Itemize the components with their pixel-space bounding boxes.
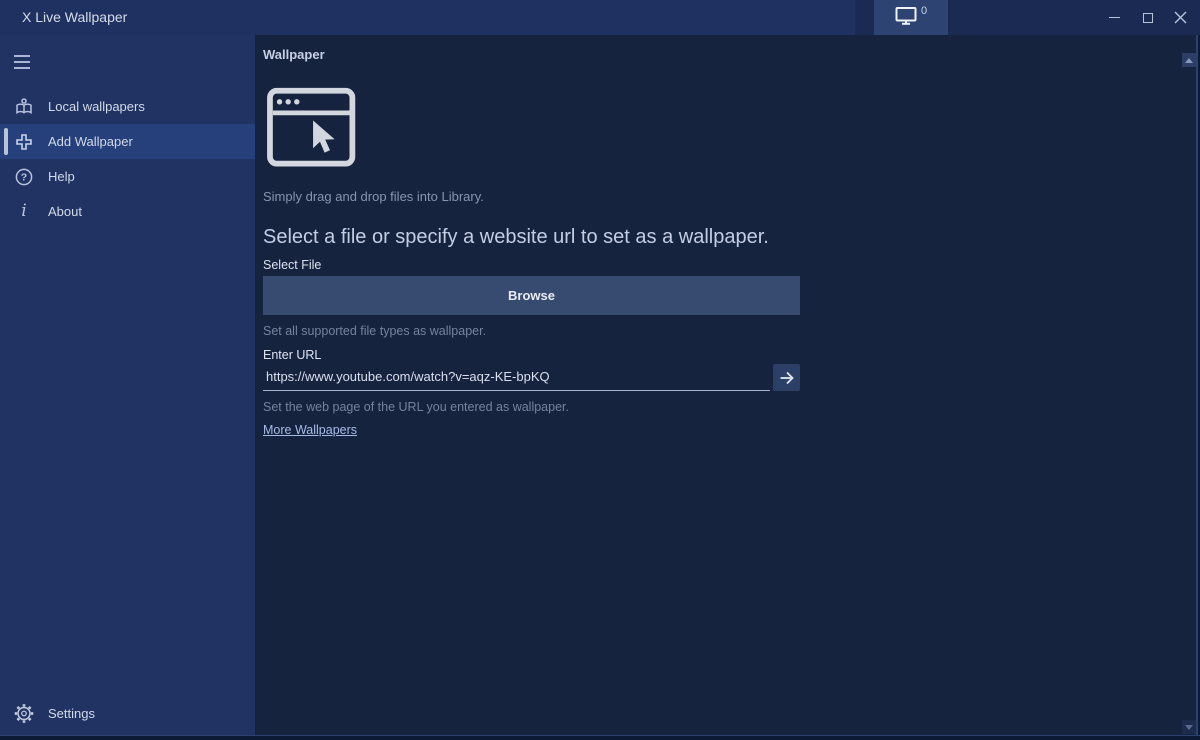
headline: Select a file or specify a website url t… <box>263 226 1200 249</box>
app-title: X Live Wallpaper <box>22 0 127 35</box>
sidebar: Local wallpapers Add Wallpaper ? Hel <box>0 35 255 735</box>
scroll-up-icon <box>1185 58 1193 63</box>
close-button[interactable] <box>1164 0 1197 35</box>
window-controls <box>1098 0 1197 35</box>
browse-button[interactable]: Browse <box>263 276 800 315</box>
hamburger-icon <box>14 55 30 57</box>
sidebar-item-label: Help <box>48 169 75 184</box>
add-icon <box>14 132 34 152</box>
window-right-border <box>1196 35 1200 735</box>
sidebar-item-settings[interactable]: Settings <box>0 696 255 731</box>
drag-drop-window-icon <box>265 86 1200 183</box>
minimize-icon <box>1109 17 1120 18</box>
url-row <box>263 364 800 391</box>
arrow-right-icon <box>776 367 798 389</box>
monitor-count-badge: 0 <box>921 5 927 17</box>
monitor-icon <box>895 6 917 30</box>
sidebar-item-label: Add Wallpaper <box>48 134 133 149</box>
maximize-button[interactable] <box>1131 0 1164 35</box>
select-file-label: Select File <box>263 258 1200 272</box>
library-icon <box>14 97 34 117</box>
sidebar-item-local-wallpapers[interactable]: Local wallpapers <box>0 89 255 124</box>
app-body: Local wallpapers Add Wallpaper ? Hel <box>0 35 1200 735</box>
browse-hint: Set all supported file types as wallpape… <box>263 324 1200 338</box>
enter-url-label: Enter URL <box>263 348 1200 362</box>
sidebar-item-label: About <box>48 204 82 219</box>
minimize-button[interactable] <box>1098 0 1131 35</box>
sidebar-item-add-wallpaper[interactable]: Add Wallpaper <box>0 124 255 159</box>
titlebar: X Live Wallpaper 0 <box>0 0 1200 35</box>
monitor-count-button[interactable]: 0 <box>874 0 948 35</box>
sidebar-item-label: Local wallpapers <box>48 99 145 114</box>
main-content: Wallpaper Simply drag and drop files int… <box>255 35 1200 735</box>
about-icon: i <box>14 202 34 222</box>
url-submit-button[interactable] <box>773 364 800 391</box>
scroll-down-icon <box>1185 725 1193 730</box>
hamburger-menu-button[interactable] <box>0 44 48 79</box>
sidebar-item-help[interactable]: ? Help <box>0 159 255 194</box>
sidebar-item-about[interactable]: i About <box>0 194 255 229</box>
gear-icon <box>14 704 34 724</box>
help-icon: ? <box>14 167 34 187</box>
page-title: Wallpaper <box>263 47 1200 62</box>
url-input[interactable] <box>263 364 770 391</box>
scrollbar-down-button[interactable] <box>1182 720 1196 734</box>
maximize-icon <box>1143 13 1153 23</box>
drag-drop-hint: Simply drag and drop files into Library. <box>263 189 1200 204</box>
scrollbar-up-button[interactable] <box>1182 53 1196 67</box>
window-bottom-border <box>0 735 1200 740</box>
app-window: X Live Wallpaper 0 <box>0 0 1200 740</box>
url-hint: Set the web page of the URL you entered … <box>263 400 1200 414</box>
close-icon <box>1174 11 1187 24</box>
svg-text:?: ? <box>21 171 27 183</box>
sidebar-item-label: Settings <box>48 706 95 721</box>
more-wallpapers-link[interactable]: More Wallpapers <box>263 423 357 437</box>
